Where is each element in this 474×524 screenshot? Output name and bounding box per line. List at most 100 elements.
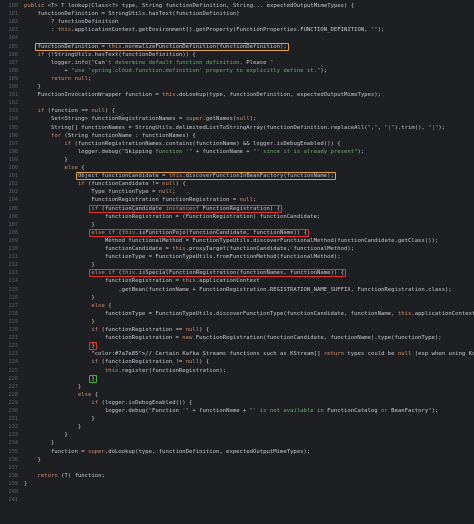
line-number: 183	[8, 27, 18, 34]
code-text: String[] functionNames = StringUtils.del…	[50, 124, 446, 131]
code-line[interactable]: 196 for (String functionName : functionN…	[0, 132, 474, 140]
code-line[interactable]: 230 logger.debug("Function '" + function…	[0, 407, 474, 415]
code-text: if (!StringUtils.hasText(functionDefinit…	[37, 51, 196, 58]
code-line[interactable]: 227 }	[0, 383, 474, 391]
code-line[interactable]: 191 FunctionInvocationWrapper function =…	[0, 91, 474, 99]
code-line[interactable]: 226 }	[0, 375, 474, 383]
code-line[interactable]: 194 Set<String> functionRegistrationName…	[0, 115, 474, 123]
code-line[interactable]: 218 functionType = FunctionTypeUtils.dis…	[0, 310, 474, 318]
code-line[interactable]: 189 return null;	[0, 75, 474, 83]
code-line[interactable]: 233 }	[0, 431, 474, 439]
code-line[interactable]: 205 if (functionCandidate instanceof Fun…	[0, 205, 474, 213]
line-number: 240	[8, 489, 18, 495]
code-line[interactable]: 200 else {	[0, 164, 474, 172]
code-line[interactable]: 199 }	[0, 156, 474, 164]
code-line[interactable]: 203 Type functionType = null;	[0, 188, 474, 196]
code-text: for (String functionName : functionNames…	[50, 132, 196, 139]
code-text: }	[24, 432, 68, 439]
code-line[interactable]: 181 functionDefinition = StringUtils.has…	[0, 10, 474, 18]
code-line[interactable]: 202 if (functionCandidate != null) {	[0, 180, 474, 188]
code-line[interactable]: 239}	[0, 480, 474, 488]
code-text: Object functionCandidate = this.discover…	[77, 173, 334, 180]
line-number: 215	[8, 286, 18, 293]
code-line[interactable]: 193 if (function == null) {	[0, 107, 474, 115]
code-line[interactable]: 195 String[] functionNames = StringUtils…	[0, 124, 474, 132]
code-text: }	[24, 156, 68, 163]
code-line[interactable]: 186 if (!StringUtils.hasText(functionDef…	[0, 51, 474, 59]
line-number: 205	[8, 205, 18, 212]
line-number: 189	[8, 75, 18, 82]
code-line[interactable]: 229 if (logger.isDebugEnabled()) {	[0, 399, 474, 407]
code-line[interactable]: 198 logger.debug("Skipping function '" +…	[0, 148, 474, 156]
code-line[interactable]: 183 : this.applicationContext.getEnviron…	[0, 26, 474, 34]
code-text: if (functionRegistrationNames.contains(f…	[64, 140, 341, 147]
code-editor[interactable]: 180 public <T> T lookup(Class<?> type, St…	[0, 0, 474, 524]
code-line[interactable]: 231 }	[0, 415, 474, 423]
line-number: 217	[8, 302, 18, 309]
code-line[interactable]: 185 functionDefinition = this.normalizeF…	[0, 43, 474, 51]
code-line[interactable]: 216 }	[0, 294, 474, 302]
line-number: 185	[8, 43, 18, 50]
code-line[interactable]: 225 this.register(functionRegistration);	[0, 367, 474, 375]
code-line[interactable]: 204 FunctionRegistration functionRegistr…	[0, 196, 474, 204]
line-number: 190	[8, 84, 18, 90]
code-line[interactable]: 214 functionRegistration = this.applicat…	[0, 277, 474, 285]
code-line[interactable]: 238 return (T) function;	[0, 472, 474, 480]
code-line[interactable]: 236 }	[0, 456, 474, 464]
code-text: logger.debug("Skipping function '" + fun…	[24, 148, 365, 155]
line-number: 206	[8, 213, 18, 220]
code-line[interactable]: 232 }	[0, 423, 474, 431]
code-text: Method functionalMethod = FunctionTypeUt…	[104, 237, 439, 244]
code-line[interactable]: 184	[0, 34, 474, 42]
line-number: 226	[8, 375, 18, 382]
line-number: 219	[8, 318, 18, 325]
code-line[interactable]: 234 }	[0, 439, 474, 447]
line-number: 213	[8, 270, 18, 277]
code-line[interactable]: 221 functionRegistration = new FunctionR…	[0, 334, 474, 342]
code-line[interactable]: 212 }	[0, 261, 474, 269]
code-line[interactable]: 224 if (functionRegistration != null) {	[0, 358, 474, 366]
code-text: function = super.doLookup(type, function…	[24, 448, 311, 455]
code-line[interactable]: 223 "color:#7a7e85">// Certain Kafka Str…	[0, 350, 474, 358]
code-line[interactable]: 207 }	[0, 221, 474, 229]
code-line[interactable]: 237	[0, 464, 474, 472]
code-line[interactable]: 235 function = super.doLookup(type, func…	[0, 448, 474, 456]
code-line[interactable]: 220 if (functionRegistration == null) {	[0, 326, 474, 334]
code-line[interactable]: 182 ? functionDefinition	[0, 18, 474, 26]
code-text: if (functionCandidate instanceof Functio…	[91, 205, 280, 212]
code-line[interactable]: 222 }	[0, 342, 474, 350]
line-number: 208	[8, 229, 18, 236]
line-number: 222	[8, 343, 18, 350]
code-text: else if (this.isSpecialFunctionRegistrat…	[91, 270, 345, 277]
code-line[interactable]: 210 functionCandidate = this.proxyTarget…	[0, 245, 474, 253]
code-line[interactable]: 213 else if (this.isSpecialFunctionRegis…	[0, 269, 474, 277]
line-number: 182	[8, 19, 18, 26]
code-line[interactable]: 240	[0, 488, 474, 496]
code-text: }	[24, 424, 82, 431]
code-line[interactable]: 217 else {	[0, 302, 474, 310]
line-number: 227	[8, 383, 18, 390]
code-text: if (logger.isDebugEnabled()) {	[91, 399, 193, 406]
code-line[interactable]: 180 public <T> T lookup(Class<?> type, St…	[0, 2, 474, 10]
code-text: Type functionType = null;	[91, 189, 176, 196]
code-line[interactable]: 188 + "use 'spring.cloud.function.defini…	[0, 67, 474, 75]
code-line[interactable]: 197 if (functionRegistrationNames.contai…	[0, 140, 474, 148]
code-line[interactable]: 187 logger.info("Can't determine default…	[0, 59, 474, 67]
code-line[interactable]: 201 Object functionCandidate = this.disc…	[0, 172, 474, 180]
code-line[interactable]: 219 }	[0, 318, 474, 326]
code-text: return (T) function;	[37, 472, 105, 479]
line-number: 225	[8, 367, 18, 374]
code-line[interactable]: 241	[0, 496, 474, 504]
code-line[interactable]: 206 functionRegistration = (FunctionRegi…	[0, 213, 474, 221]
code-line[interactable]: 209 Method functionalMethod = FunctionTy…	[0, 237, 474, 245]
code-text: }	[24, 318, 95, 325]
code-line[interactable]: 190 }	[0, 83, 474, 91]
code-line[interactable]: 211 functionType = FunctionTypeUtils.fro…	[0, 253, 474, 261]
code-text: : this.applicationContext.getEnvironment…	[24, 27, 385, 34]
code-line[interactable]: 192	[0, 99, 474, 107]
line-number: 234	[8, 440, 18, 447]
code-line[interactable]: 215 .getBean(functionName + FunctionRegi…	[0, 286, 474, 294]
code-text: }	[24, 343, 95, 350]
code-line[interactable]: 228 else {	[0, 391, 474, 399]
code-line[interactable]: 208 else if (this.isFunctionPojo(functio…	[0, 229, 474, 237]
